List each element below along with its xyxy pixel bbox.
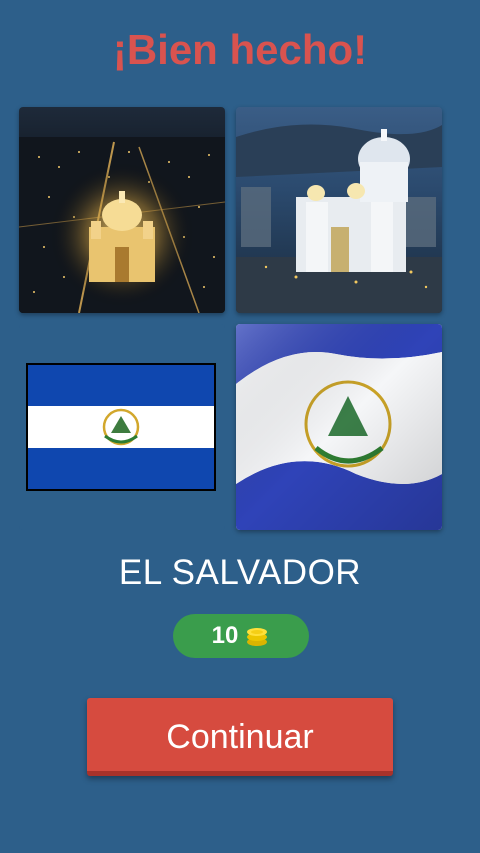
- coins-reward-badge: 10: [173, 614, 309, 658]
- cathedral-dusk-photo[interactable]: [236, 107, 442, 313]
- success-title: ¡Bien hecho!: [112, 26, 368, 73]
- answer-text: EL SALVADOR: [118, 553, 362, 592]
- night-city-image: [19, 107, 225, 313]
- waving-el-salvador-flag-photo[interactable]: [236, 324, 442, 530]
- el-salvador-flag-image[interactable]: [19, 324, 225, 530]
- coin-stack-icon: [247, 628, 268, 646]
- continue-button[interactable]: Continuar: [87, 698, 393, 776]
- cathedral-image: [236, 107, 442, 313]
- waving-flag-icon: [236, 324, 442, 530]
- flag-el-salvador-icon: [19, 324, 225, 530]
- coins-count: 10: [211, 622, 239, 649]
- night-aerial-cathedral-photo[interactable]: [19, 107, 225, 313]
